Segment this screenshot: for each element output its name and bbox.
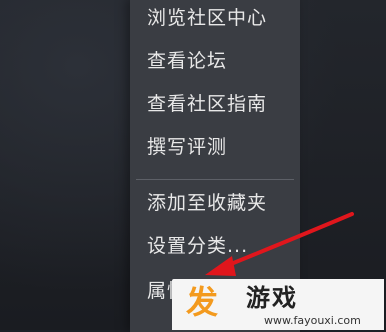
menu-item-browse-community-hub[interactable]: 浏览社区中心: [147, 0, 267, 38]
watermark-logo-text: 发: [186, 283, 218, 317]
menu-item-add-to-favorites[interactable]: 添加至收藏夹: [147, 183, 267, 223]
site-watermark: 发 游戏 www.fayouxi.com: [172, 279, 384, 330]
menu-item-view-community-guide[interactable]: 查看社区指南: [147, 84, 267, 124]
watermark-url: www.fayouxi.com: [264, 314, 361, 327]
watermark-logo: 发: [186, 283, 218, 317]
menu-item-view-forum[interactable]: 查看论坛: [147, 41, 227, 81]
menu-item-set-category[interactable]: 设置分类...: [147, 226, 248, 266]
watermark-title: 游戏: [246, 284, 298, 312]
menu-divider: [136, 179, 294, 180]
menu-item-write-review[interactable]: 撰写评测: [147, 127, 227, 167]
